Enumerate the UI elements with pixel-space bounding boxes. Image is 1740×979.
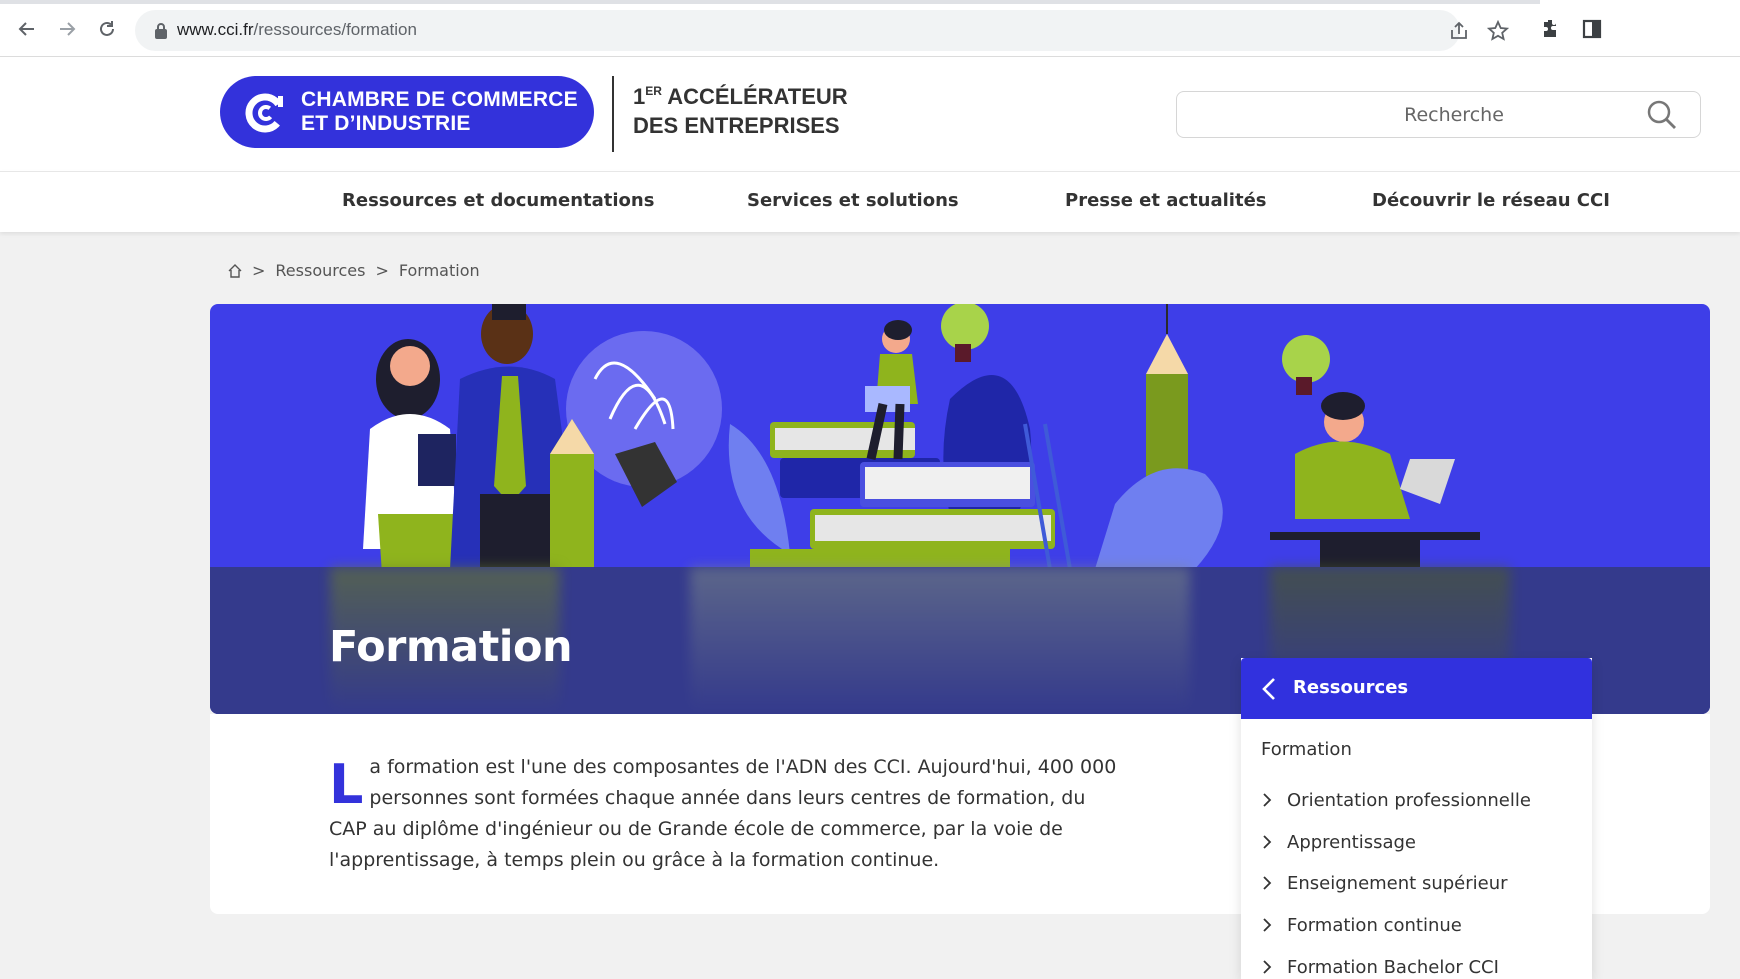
intro-dropcap: L [329,753,364,816]
tab-strip-edge [0,0,1540,4]
chevron-right-icon [1263,960,1272,974]
nav-item-services[interactable]: Services et solutions [747,190,959,211]
search-box[interactable] [1176,91,1701,138]
side-panel-icon[interactable] [1580,17,1604,41]
url-path: /ressources/formation [253,20,417,39]
nav-item-presse[interactable]: Presse et actualités [1065,190,1267,211]
nav-item-reseau[interactable]: Découvrir le réseau CCI [1372,190,1610,211]
intro-paragraph: La formation est l'une des composantes d… [329,752,1129,876]
submenu-item-label: Apprentissage [1287,831,1416,853]
submenu-item-bachelor[interactable]: Formation Bachelor CCI [1261,952,1499,979]
url-host: www.cci.fr [177,20,254,39]
cci-logo[interactable]: CHAMBRE DE COMMERCE ET D’INDUSTRIE [220,76,594,148]
chevron-right-icon [1263,876,1272,890]
submenu-item-orientation[interactable]: Orientation professionnelle [1261,785,1531,815]
submenu-back-link[interactable]: Ressources [1241,658,1592,719]
breadcrumb-separator: > [375,261,389,280]
lock-icon [155,23,167,39]
main-navigation: Ressources et documentations Services et… [0,171,1740,232]
intro-text: a formation est l'une des composantes de… [329,756,1117,871]
logo-divider [612,76,614,152]
hero-banner: Formation [210,304,1710,714]
page-title: Formation [329,622,573,672]
submenu-item-apprentissage[interactable]: Apprentissage [1261,827,1416,857]
back-button[interactable] [12,14,42,44]
breadcrumb-separator: > [252,261,266,280]
breadcrumb-item-formation: Formation [398,261,480,280]
share-icon[interactable] [1448,20,1470,42]
section-submenu: Ressources Formation Orientation profess… [1241,658,1592,979]
hero-reflection [690,567,1190,714]
chevron-left-icon [1262,678,1275,700]
browser-toolbar: www.cci.fr/ressources/formation [0,0,1740,57]
submenu-item-enseignement[interactable]: Enseignement supérieur [1261,868,1508,898]
chevron-right-icon [1263,918,1272,932]
chevron-right-icon [1263,835,1272,849]
forward-button[interactable] [52,14,82,44]
arrow-left-icon [18,22,34,36]
search-input[interactable] [1179,94,1619,135]
reload-icon [100,21,114,36]
logo-text-line1: CHAMBRE DE COMMERCE [301,88,578,111]
address-bar[interactable]: www.cci.fr/ressources/formation [135,10,1509,51]
submenu-back-label: Ressources [1293,677,1409,698]
cci-logo-mark-icon [245,93,285,133]
logo-text-line2: ET D’INDUSTRIE [301,112,471,135]
submenu-item-label: Orientation professionnelle [1287,789,1531,811]
arrow-right-icon [60,22,76,36]
search-icon[interactable] [1646,99,1678,131]
site-header: CHAMBRE DE COMMERCE ET D’INDUSTRIE 1ER A… [0,57,1740,171]
tagline-line2: DES ENTREPRISES [633,113,840,138]
star-icon[interactable] [1487,20,1509,42]
submenu-item-label: Enseignement supérieur [1287,872,1508,894]
breadcrumb-item-ressources[interactable]: Ressources [275,261,365,280]
reload-button[interactable] [92,14,122,44]
nav-item-ressources[interactable]: Ressources et documentations [342,190,654,211]
chevron-right-icon [1263,793,1272,807]
home-icon[interactable] [228,263,242,278]
submenu-item-formation-continue[interactable]: Formation continue [1261,910,1462,940]
submenu-item-label: Formation Bachelor CCI [1287,956,1499,978]
breadcrumb: > Ressources > Formation [228,261,480,280]
submenu-item-label: Formation continue [1287,914,1462,936]
url-text[interactable]: www.cci.fr/ressources/formation [177,20,417,40]
tagline-line1: 1ER ACCÉLÉRATEUR [633,84,848,109]
submenu-current-item: Formation [1261,739,1352,760]
extensions-icon[interactable] [1539,17,1563,41]
